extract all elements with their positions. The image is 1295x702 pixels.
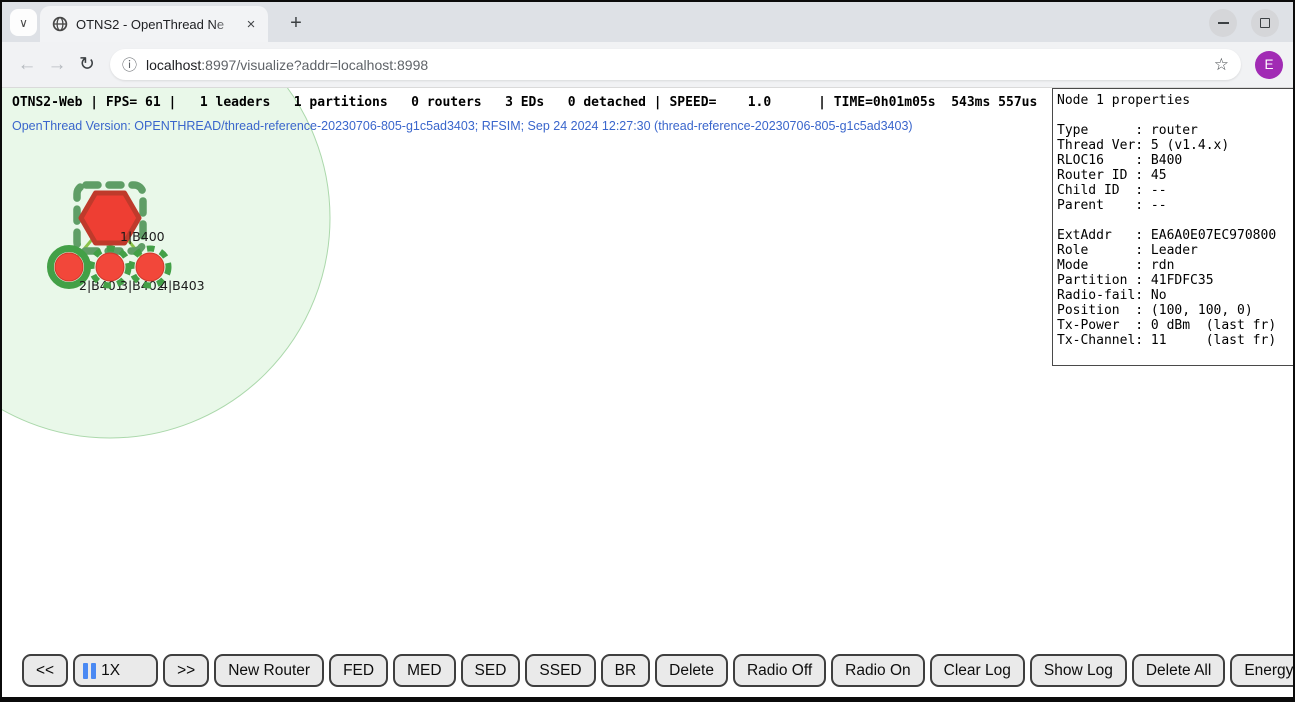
node-label: 4|B403 — [160, 278, 205, 293]
node-label: 1|B400 — [120, 229, 165, 244]
bookmark-star-icon[interactable]: ☆ — [1214, 55, 1229, 75]
br-button[interactable]: BR — [601, 654, 651, 687]
tab-title: OTNS2 - OpenThread Ne — [76, 17, 242, 32]
energy-stats-button-label: Energy-stats ↗ — [1244, 661, 1293, 680]
speed-decrease-button[interactable]: << — [22, 654, 68, 687]
maximize-icon — [1260, 18, 1270, 28]
tab-close-button[interactable]: × — [242, 15, 260, 33]
sed-button[interactable]: SED — [461, 654, 521, 687]
show-log-button[interactable]: Show Log — [1030, 654, 1127, 687]
clear-log-button[interactable]: Clear Log — [930, 654, 1025, 687]
back-button[interactable]: ← — [12, 50, 42, 80]
new-router-button-label: New Router — [228, 662, 310, 680]
speed-increase-button[interactable]: >> — [163, 654, 209, 687]
show-log-button-label: Show Log — [1044, 662, 1113, 680]
chevron-down-icon: ∨ — [19, 16, 28, 30]
bottom-toolbar: << 1X >> New Router FED MED SED SSED BR Delete Rad… — [22, 654, 1293, 687]
speed-decrease-button-label: << — [36, 662, 54, 680]
node-label: 2|B401 — [79, 278, 124, 293]
tab-search-button[interactable]: ∨ — [10, 9, 37, 36]
node-circle — [136, 253, 164, 281]
speed-display-button-label: 1X — [101, 662, 120, 680]
speed-display-button[interactable]: 1X — [73, 654, 158, 687]
delete-button-label: Delete — [669, 662, 714, 680]
url-text: localhost:8997/visualize?addr=localhost:… — [146, 57, 1206, 73]
node-circle — [96, 253, 124, 281]
delete-button[interactable]: Delete — [655, 654, 728, 687]
fed-button-label: FED — [343, 662, 374, 680]
radio-on-button-label: Radio On — [845, 662, 910, 680]
clear-log-button-label: Clear Log — [944, 662, 1011, 680]
tab-strip: ∨ OTNS2 - OpenThread Ne × + — [2, 2, 1293, 42]
ssed-button-label: SSED — [539, 662, 581, 680]
med-button[interactable]: MED — [393, 654, 455, 687]
browser-window: ∨ OTNS2 - OpenThread Ne × + ← → ↻ ⓘ loca… — [0, 0, 1295, 702]
energy-stats-button[interactable]: Energy-stats ↗ — [1230, 654, 1293, 687]
radio-on-button[interactable]: Radio On — [831, 654, 924, 687]
simulation-status-bar: OTNS2-Web | FPS= 61 | 1 leaders 1 partit… — [12, 95, 1037, 110]
reload-button[interactable]: ↻ — [72, 50, 102, 80]
url-path: :8997/visualize?addr=localhost:8998 — [201, 57, 428, 73]
fed-button[interactable]: FED — [329, 654, 388, 687]
site-info-icon[interactable]: ⓘ — [122, 54, 137, 75]
minimize-button[interactable] — [1209, 9, 1237, 37]
sed-button-label: SED — [475, 662, 507, 680]
new-tab-button[interactable]: + — [283, 10, 309, 36]
delete-all-button[interactable]: Delete All — [1132, 654, 1225, 687]
delete-all-button-label: Delete All — [1146, 662, 1211, 680]
pause-icon — [83, 663, 96, 679]
node-properties-body: Type : router Thread Ver: 5 (v1.4.x) RLO… — [1057, 108, 1293, 348]
node-circle — [55, 253, 83, 281]
new-router-button[interactable]: New Router — [214, 654, 324, 687]
speed-increase-button-label: >> — [177, 662, 195, 680]
minimize-icon — [1218, 22, 1229, 24]
forward-button[interactable]: → — [42, 50, 72, 80]
med-button-label: MED — [407, 662, 441, 680]
radio-off-button[interactable]: Radio Off — [733, 654, 826, 687]
page-content: 1|B4002|B4013|B4024|B403 OTNS2-Web | FPS… — [2, 88, 1293, 697]
maximize-button[interactable] — [1251, 9, 1279, 37]
address-bar[interactable]: ⓘ localhost:8997/visualize?addr=localhos… — [110, 49, 1241, 80]
browser-tab[interactable]: OTNS2 - OpenThread Ne × — [40, 6, 268, 42]
br-button-label: BR — [615, 662, 637, 680]
nav-toolbar: ← → ↻ ⓘ localhost:8997/visualize?addr=lo… — [2, 42, 1293, 88]
globe-icon — [52, 16, 68, 32]
radio-off-button-label: Radio Off — [747, 662, 812, 680]
node-properties-title: Node 1 properties — [1057, 93, 1293, 108]
node-properties-panel: Node 1 properties Type : router Thread V… — [1052, 88, 1293, 366]
url-host: localhost — [146, 57, 201, 73]
profile-avatar[interactable]: E — [1255, 51, 1283, 79]
ssed-button[interactable]: SSED — [525, 654, 595, 687]
openthread-version-line: OpenThread Version: OPENTHREAD/thread-re… — [12, 119, 913, 133]
